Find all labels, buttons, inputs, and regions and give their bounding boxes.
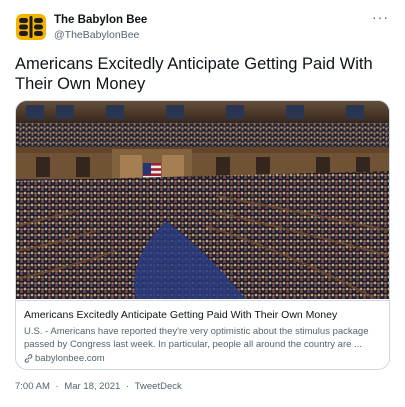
author-handle[interactable]: @TheBabylonBee	[54, 28, 147, 42]
tweet: The Babylon Bee @TheBabylonBee ··· Ameri…	[0, 0, 405, 407]
tweet-text: Americans Excitedly Anticipate Getting P…	[15, 55, 373, 93]
tweet-time[interactable]: 7:00 AM	[15, 381, 50, 393]
more-options-icon[interactable]: ···	[372, 9, 389, 25]
card-description: U.S. - Americans have reported they're v…	[24, 326, 369, 350]
meta-separator: ·	[125, 381, 130, 392]
link-icon	[24, 354, 33, 363]
author-block[interactable]: The Babylon Bee @TheBabylonBee	[54, 13, 147, 42]
tweet-client[interactable]: TweetDeck	[135, 381, 182, 393]
tweet-metadata: 7:00 AM · Mar 18, 2021 · TweetDeck	[15, 381, 182, 393]
card-domain-text[interactable]: babylonbee.com	[35, 352, 105, 365]
house-chamber-photo[interactable]	[16, 101, 389, 299]
card-title[interactable]: Americans Excitedly Anticipate Getting P…	[24, 309, 383, 322]
card-domain[interactable]: babylonbee.com	[24, 352, 383, 365]
link-card[interactable]: Americans Excitedly Anticipate Getting P…	[15, 100, 390, 370]
card-body[interactable]: Americans Excitedly Anticipate Getting P…	[16, 300, 389, 369]
meta-separator: ·	[55, 381, 59, 392]
author-display-name[interactable]: The Babylon Bee	[54, 13, 147, 27]
bee-logo-icon[interactable]	[15, 11, 47, 43]
tweet-date[interactable]: Mar 18, 2021	[64, 381, 120, 393]
